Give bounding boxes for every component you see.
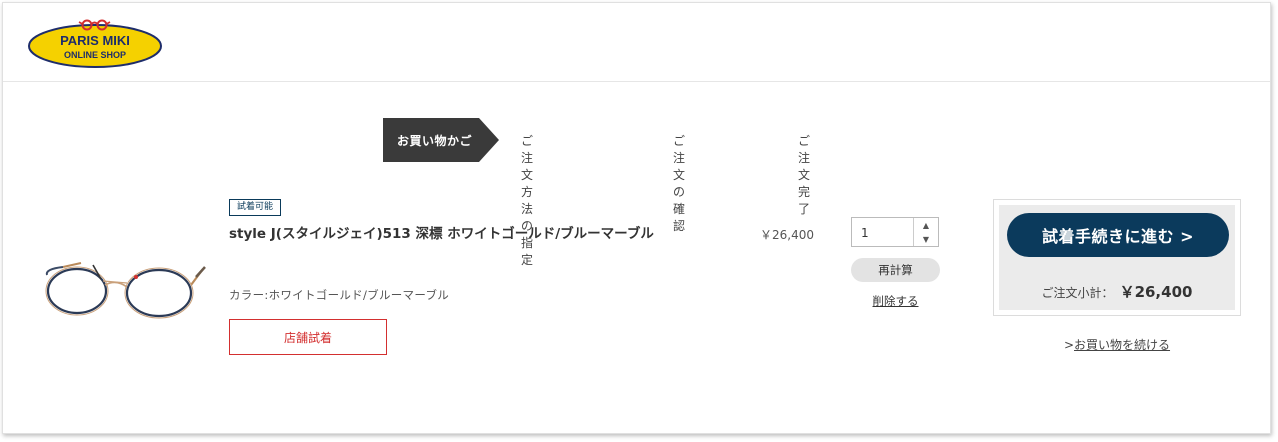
step-cart: お買い物かご [383, 118, 499, 162]
recalculate-button[interactable]: 再計算 [851, 258, 940, 282]
step-order-confirm: ご注文の確認 [673, 134, 686, 233]
product-image[interactable] [41, 255, 211, 327]
logo-line1: PARIS MIKI [60, 33, 130, 48]
step-order-method: ご注文方法の指定 [521, 134, 534, 267]
store-try-on-button[interactable]: 店舗試着 [229, 319, 387, 355]
subtotal-label: ご注文小計： [1041, 286, 1114, 300]
continue-prefix: > [1063, 338, 1075, 352]
increase-arrow-icon[interactable]: ▲ [914, 218, 938, 232]
checkout-panel-inner: 試着手続きに進む > ご注文小計： ￥26,400 [999, 205, 1235, 310]
try-on-available-badge: 試着可能 [229, 199, 282, 216]
product-price: ￥26,400 [760, 228, 814, 242]
site-header: PARIS MIKI ONLINE SHOP [3, 3, 1270, 82]
continue-shopping-link[interactable]: お買い物を続ける [1074, 338, 1170, 352]
subtotal-value: ￥26,400 [1119, 283, 1193, 301]
logo-line2: ONLINE SHOP [64, 50, 126, 60]
delete-link[interactable]: 削除する [851, 293, 940, 309]
product-name[interactable]: style J(スタイルジェイ)513 深標 ホワイトゴールド/ブルーマーブル [229, 223, 679, 245]
step-order-complete: ご注文完了 [798, 134, 811, 216]
continue-shopping: >お買い物を続ける [993, 336, 1241, 353]
decrease-arrow-icon[interactable]: ▼ [914, 232, 938, 246]
order-subtotal: ご注文小計： ￥26,400 [999, 281, 1235, 302]
quantity-stepper[interactable]: 1 ▲ ▼ [851, 217, 939, 247]
checkout-panel: 試着手続きに進む > ご注文小計： ￥26,400 [993, 199, 1241, 316]
product-color: カラー:ホワイトゴールド/ブルーマーブル [229, 288, 450, 302]
page-frame: PARIS MIKI ONLINE SHOP お買い物かご ご注文方法の指定 ご… [2, 2, 1271, 434]
step-cart-label: お買い物かご [397, 134, 473, 148]
shop-logo[interactable]: PARIS MIKI ONLINE SHOP [27, 15, 163, 69]
proceed-try-on-button[interactable]: 試着手続きに進む > [1007, 213, 1229, 257]
quantity-input[interactable]: 1 [852, 218, 913, 246]
quantity-arrows[interactable]: ▲ ▼ [913, 218, 938, 246]
